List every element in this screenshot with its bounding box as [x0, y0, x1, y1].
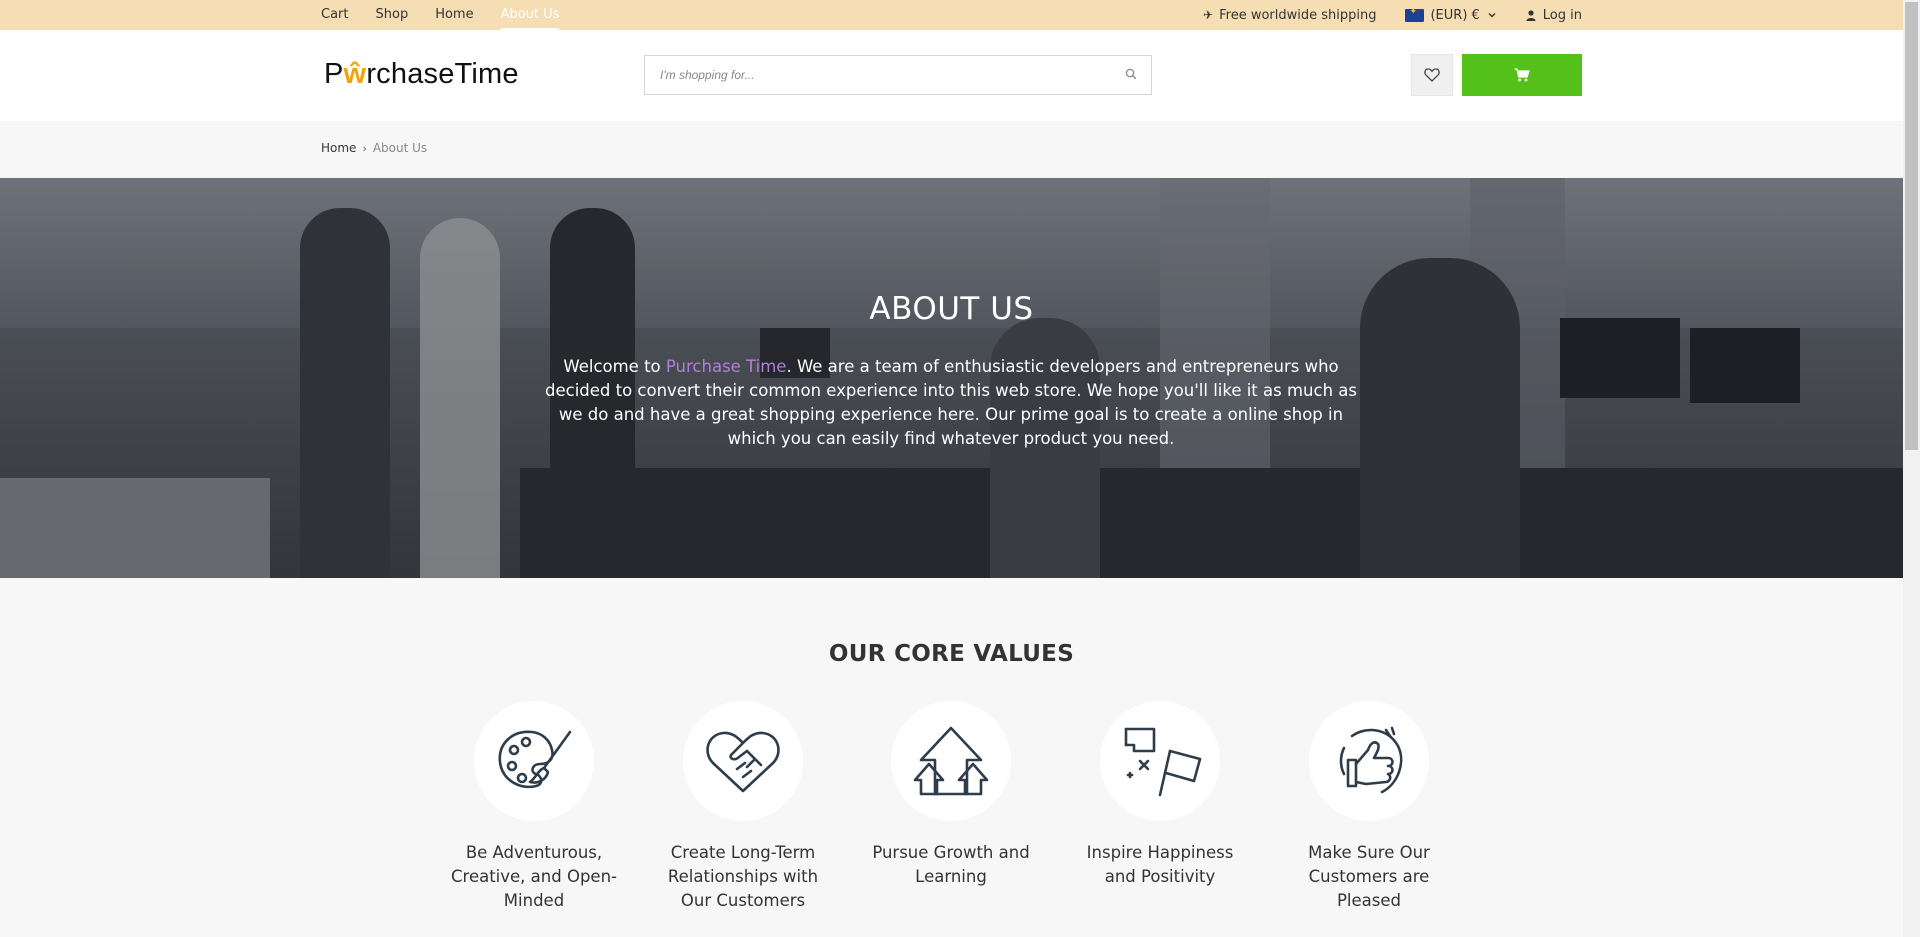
top-bar: Cart Shop Home About Us ✈ Free worldwide…	[0, 0, 1903, 30]
airplane-icon: ✈	[1203, 8, 1214, 22]
chevron-right-icon: ›	[362, 141, 367, 155]
hero-brand-name: Purchase Time	[665, 357, 787, 376]
page-scrollbar[interactable]	[1903, 0, 1920, 937]
login-link[interactable]: Log in	[1526, 8, 1582, 23]
currency-label: (EUR) €	[1430, 7, 1480, 23]
site-header: PŵrchaseTime	[0, 30, 1903, 121]
hero-description: Welcome to Purchase Time. We are a team …	[535, 355, 1367, 451]
core-value-item: Pursue Growth and Learning	[856, 701, 1046, 889]
chevron-down-icon	[1488, 13, 1496, 18]
breadcrumb-current: About Us	[372, 141, 428, 155]
core-value-circle	[474, 701, 594, 821]
core-value-circle	[891, 701, 1011, 821]
search-input[interactable]	[645, 56, 1085, 94]
core-value-circle	[1100, 701, 1220, 821]
thumbs-up-icon	[1339, 726, 1403, 794]
core-value-item: Create Long-Term Relationships with Our …	[648, 701, 838, 913]
heart-icon	[1424, 68, 1440, 82]
hero-title: ABOUT US	[869, 291, 1034, 327]
growth-arrows-icon	[913, 726, 989, 796]
core-value-circle	[1309, 701, 1429, 821]
logo-text-end: rchaseTime	[366, 58, 519, 90]
user-icon	[1526, 9, 1536, 21]
top-nav: Cart Shop Home About Us	[321, 0, 586, 30]
core-value-label: Make Sure Our Customers are Pleased	[1308, 843, 1430, 910]
nav-about-us[interactable]: About Us	[500, 0, 560, 30]
core-value-item: Inspire Happiness and Positivity	[1065, 701, 1255, 889]
cart-button[interactable]	[1462, 54, 1582, 96]
handshake-heart-icon	[706, 731, 780, 793]
logo-text-start: P	[324, 58, 344, 90]
core-value-label: Create Long-Term Relationships with Our …	[667, 843, 819, 910]
palette-icon	[498, 730, 572, 789]
wishlist-button[interactable]	[1411, 54, 1453, 96]
eu-flag-icon	[1405, 7, 1425, 22]
shipping-info: ✈ Free worldwide shipping	[1203, 8, 1376, 23]
about-hero-banner: ABOUT US Welcome to Purchase Time. We ar…	[0, 178, 1903, 578]
site-logo[interactable]: PŵrchaseTime	[324, 58, 519, 91]
nav-home[interactable]: Home	[435, 0, 473, 30]
shopping-cart-icon	[1514, 68, 1530, 82]
currency-selector[interactable]: (EUR) €	[1405, 7, 1496, 23]
nav-cart[interactable]: Cart	[321, 0, 349, 30]
nav-shop[interactable]: Shop	[376, 0, 409, 30]
core-value-circle	[683, 701, 803, 821]
flags-icon	[1124, 727, 1202, 797]
core-value-label: Be Adventurous, Creative, and Open-Minde…	[451, 843, 617, 910]
core-values-title: OUR CORE VALUES	[828, 641, 1075, 667]
top-right-links: ✈ Free worldwide shipping (EUR) € Log in	[1174, 0, 1582, 30]
core-value-item: Be Adventurous, Creative, and Open-Minde…	[439, 701, 629, 913]
search-icon[interactable]	[1125, 68, 1137, 80]
core-value-item: Make Sure Our Customers are Pleased	[1274, 701, 1464, 913]
shipping-text: Free worldwide shipping	[1219, 7, 1377, 23]
core-value-label: Inspire Happiness and Positivity	[1086, 843, 1234, 886]
breadcrumb-home[interactable]: Home	[321, 141, 356, 155]
search-bar	[644, 55, 1152, 95]
scrollbar-thumb[interactable]	[1905, 2, 1918, 450]
logo-cart-glyph: ŵ	[343, 58, 367, 90]
hero-text-intro: Welcome to	[563, 357, 666, 376]
breadcrumb: Home › About Us	[321, 141, 427, 155]
core-value-label: Pursue Growth and Learning	[872, 843, 1030, 886]
login-label: Log in	[1542, 7, 1582, 23]
